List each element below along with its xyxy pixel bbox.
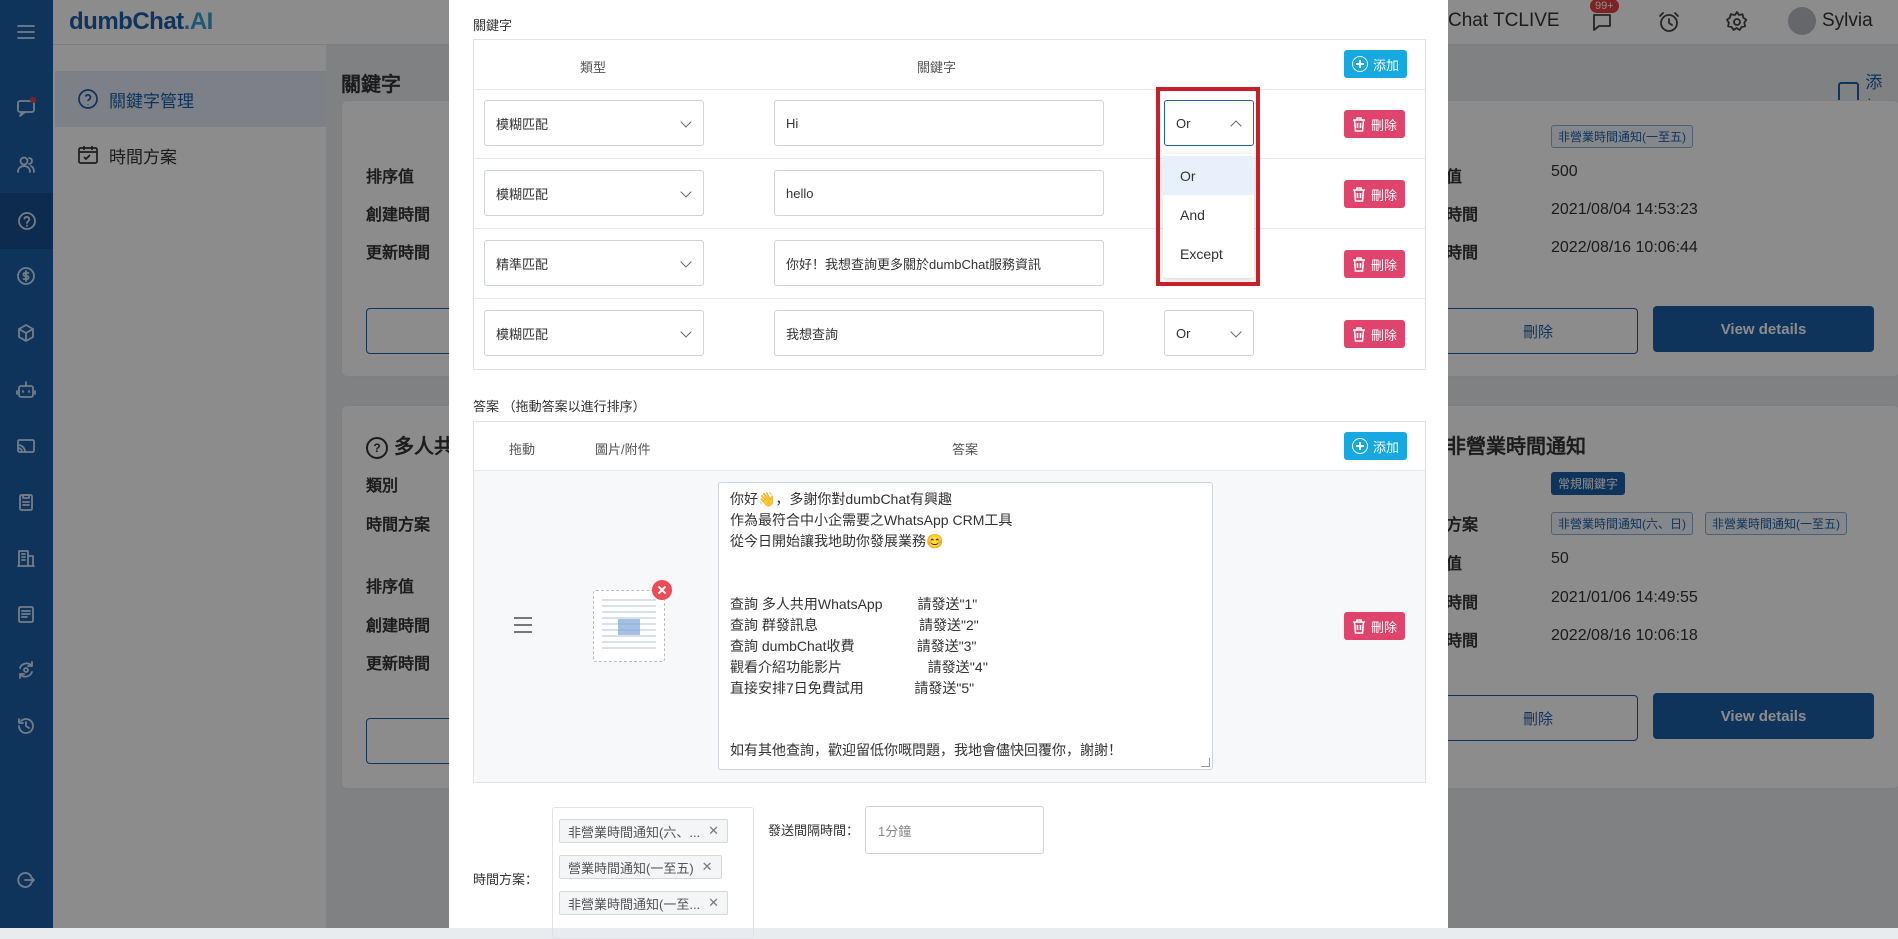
attachment-thumbnail[interactable]: [593, 590, 665, 662]
trash-icon: [1353, 618, 1365, 634]
answer-line: 你好👋，多謝你對dumbChat有興趣: [730, 491, 953, 507]
answer-line: 如有其他查詢，歡迎留低你嘅問題，我地會儘快回覆你，謝謝！: [730, 742, 1122, 758]
answer-line: 直接安排7日免費試用 請發送"5": [730, 680, 975, 696]
remove-tag-icon[interactable]: ✕: [702, 859, 713, 875]
remove-tag-icon[interactable]: ✕: [708, 823, 719, 839]
answer-section-label: 答案 （拖動答案以進行排序）: [473, 399, 646, 414]
chevron-down-icon: [680, 116, 692, 128]
add-keyword-button[interactable]: 添加: [1344, 50, 1408, 78]
delete-keyword-button[interactable]: 刪除: [1344, 250, 1406, 278]
column-header-keyword: 關鍵字: [917, 60, 957, 75]
delete-answer-button[interactable]: 刪除: [1344, 612, 1406, 640]
add-answer-button[interactable]: 添加: [1344, 432, 1408, 460]
remove-tag-icon[interactable]: ✕: [708, 895, 719, 911]
trash-icon: [1353, 326, 1365, 342]
trash-icon: [1353, 116, 1365, 132]
column-header-type: 類型: [580, 60, 607, 75]
chevron-down-icon: [1230, 326, 1242, 338]
answer-line: 查詢 群發訊息 請發送"2": [730, 617, 979, 633]
logic-select[interactable]: Or: [1164, 310, 1254, 356]
answer-line: 從今日開始讓我地助你發展業務😊: [730, 533, 944, 549]
resize-handle-icon[interactable]: [1201, 758, 1210, 767]
column-header-attachment: 圖片/附件: [595, 442, 651, 457]
match-type-select[interactable]: 模糊匹配: [484, 310, 704, 356]
match-type-select[interactable]: 模糊匹配: [484, 170, 704, 216]
answer-line: 查詢 多人共用WhatsApp 請發送"1": [730, 596, 978, 612]
answer-line: 觀看介紹功能影片 請發送''4'': [730, 659, 989, 675]
trash-icon: [1353, 186, 1365, 202]
column-header-drag: 拖動: [509, 442, 536, 457]
plus-circle-icon: [1352, 438, 1368, 454]
chevron-down-icon: [680, 326, 692, 338]
delete-keyword-button[interactable]: 刪除: [1344, 180, 1406, 208]
chevron-down-icon: [680, 256, 692, 268]
interval-input[interactable]: 1分鐘: [865, 806, 1044, 854]
answer-line: 作為最符合中小企需要之WhatsApp CRM工具: [730, 512, 1013, 528]
trash-icon: [1353, 256, 1365, 272]
time-plan-label: 時間方案：: [473, 872, 539, 887]
time-plan-tag: 營業時間通知(一至五) ✕: [559, 855, 722, 879]
remove-attachment-icon[interactable]: [652, 580, 672, 600]
drag-handle-icon[interactable]: [514, 617, 532, 633]
match-type-select[interactable]: 模糊匹配: [484, 100, 704, 146]
column-header-answer: 答案: [952, 442, 979, 457]
answer-textarea[interactable]: 你好👋，多謝你對dumbChat有興趣 作為最符合中小企需要之WhatsApp …: [718, 482, 1213, 770]
keyword-input[interactable]: Hi: [774, 100, 1104, 146]
match-type-select[interactable]: 精準匹配: [484, 240, 704, 286]
keyword-section-label: 關鍵字: [473, 18, 513, 33]
plus-circle-icon: [1352, 56, 1368, 72]
time-plan-tag: 非營業時間通知(六、... ✕: [559, 819, 729, 843]
keyword-input[interactable]: 我想查詢: [774, 310, 1104, 356]
keyword-input[interactable]: hello: [774, 170, 1104, 216]
chevron-down-icon: [680, 186, 692, 198]
keyword-input[interactable]: 你好！我想查詢更多關於dumbChat服務資訊: [774, 240, 1104, 286]
delete-keyword-button[interactable]: 刪除: [1344, 110, 1406, 138]
interval-label: 發送間隔時間：: [768, 823, 860, 838]
answer-line: 查詢 dumbChat收費 請發送"3": [730, 638, 977, 654]
time-plan-tag: 非營業時間通知(一至... ✕: [559, 891, 729, 915]
highlight-frame: [1156, 87, 1260, 286]
delete-keyword-button[interactable]: 刪除: [1344, 320, 1406, 348]
